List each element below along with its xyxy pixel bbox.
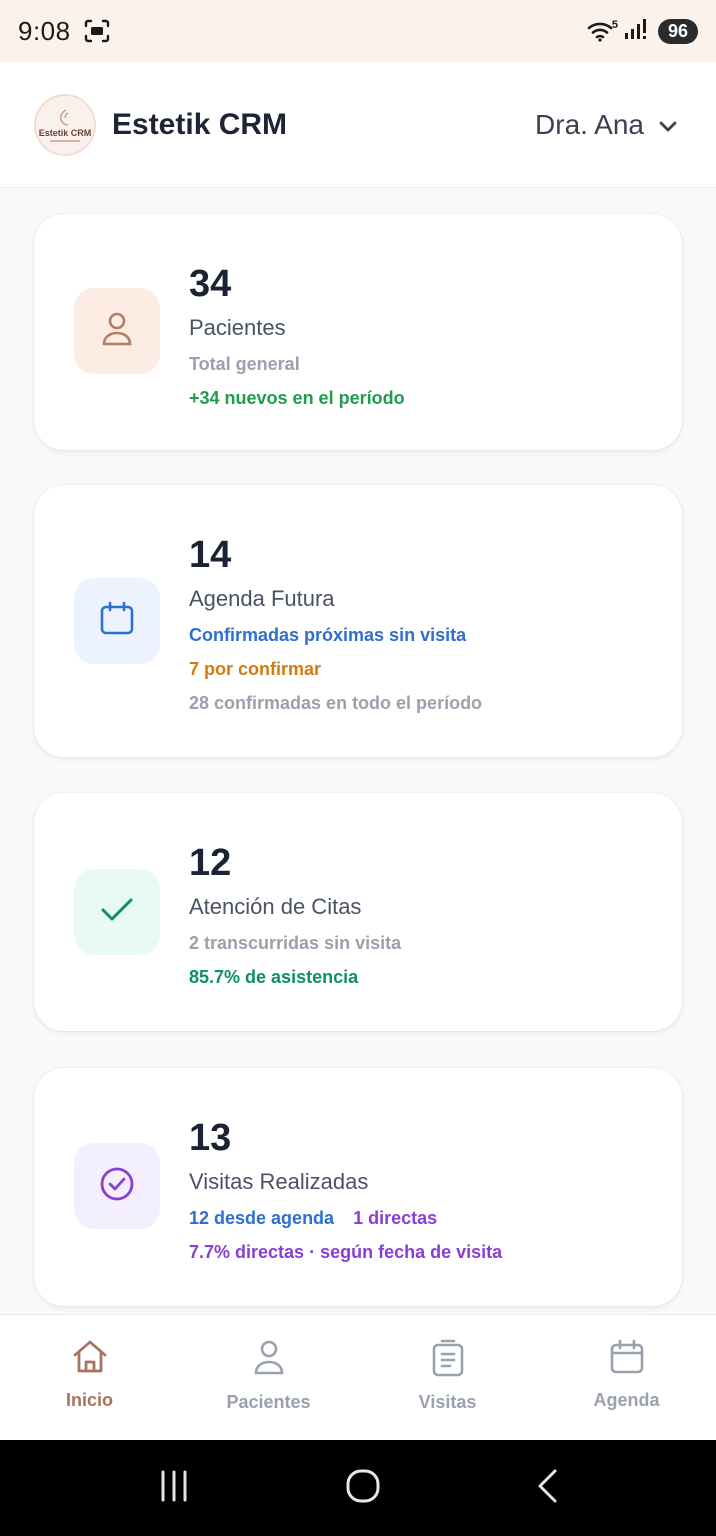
- wifi-icon: 5: [586, 19, 618, 43]
- card-label: Atención de Citas: [189, 894, 362, 919]
- nav-item-inicio[interactable]: Inicio: [0, 1315, 179, 1440]
- user-name: Dra. Ana: [535, 108, 644, 140]
- card-number: 14: [189, 534, 232, 576]
- card-detail: 2 transcurridas sin visita: [189, 933, 402, 953]
- calendar-icon: [609, 1339, 645, 1380]
- status-time: 9:08: [18, 15, 71, 46]
- card-body: 12 Atención de Citas 2 transcurridas sin…: [189, 841, 662, 989]
- card-label: Pacientes: [189, 315, 286, 340]
- user-icon: [100, 310, 134, 353]
- card-detail: 1 directas: [353, 1208, 438, 1228]
- system-nav-bar: [0, 1440, 716, 1536]
- card-number: 13: [189, 1117, 232, 1159]
- card-icon-box: [74, 869, 160, 955]
- card-detail: Confirmadas próximas sin visita: [189, 625, 467, 645]
- clipboard-icon: [431, 1339, 465, 1382]
- nav-label: Pacientes: [226, 1392, 311, 1412]
- card-detail: 7.7% directas · según fecha de visita: [189, 1242, 503, 1262]
- card-icon-box: [74, 578, 160, 664]
- card-detail: 28 confirmadas en todo el período: [189, 693, 483, 713]
- check-icon: [100, 896, 134, 929]
- network-superscript: 5: [611, 19, 618, 31]
- card-detail: 12 desde agenda: [189, 1208, 335, 1228]
- card-visitas-realizadas[interactable]: 13 Visitas Realizadas 12 desde agenda 1 …: [34, 1068, 682, 1306]
- app-logo[interactable]: Estetik CRM: [34, 93, 96, 156]
- card-body: 13 Visitas Realizadas 12 desde agenda 1 …: [189, 1116, 662, 1264]
- card-body: 34 Pacientes Total general +34 nuevos en…: [189, 262, 662, 410]
- app-header: Estetik CRM Estetik CRM Dra. Ana: [0, 62, 716, 188]
- card-atencion-citas[interactable]: 12 Atención de Citas 2 transcurridas sin…: [34, 793, 682, 1031]
- card-icon-box: [74, 1143, 160, 1229]
- recent-apps-icon[interactable]: [157, 1469, 191, 1508]
- card-detail: Total general: [189, 354, 300, 374]
- card-agenda-futura[interactable]: 14 Agenda Futura Confirmadas próximas si…: [34, 485, 682, 757]
- card-icon-box: [74, 288, 160, 374]
- nav-item-agenda[interactable]: Agenda: [537, 1315, 716, 1440]
- nav-label: Inicio: [65, 1390, 113, 1410]
- dashboard-content: 34 Pacientes Total general +34 nuevos en…: [0, 189, 716, 1314]
- card-pacientes[interactable]: 34 Pacientes Total general +34 nuevos en…: [34, 214, 682, 450]
- back-icon[interactable]: [535, 1468, 559, 1509]
- calendar-icon: [99, 601, 135, 642]
- card-detail: +34 nuevos en el período: [189, 388, 405, 408]
- screenshot-icon: [83, 18, 111, 44]
- card-detail-row: 12 desde agenda 1 directas: [189, 1206, 662, 1230]
- card-number: 12: [189, 842, 232, 884]
- user-menu[interactable]: Dra. Ana: [535, 109, 678, 141]
- card-label: Visitas Realizadas: [189, 1169, 369, 1194]
- battery-indicator: 96: [657, 18, 698, 44]
- signal-icon: [624, 18, 648, 45]
- nav-label: Agenda: [593, 1390, 660, 1410]
- logo-text: Estetik CRM: [38, 127, 92, 138]
- status-right: 5 96: [586, 18, 698, 45]
- bottom-nav: Inicio Pacientes Visitas Agenda: [0, 1314, 716, 1440]
- app-title: Estetik CRM: [112, 107, 288, 141]
- card-detail: 7 por confirmar: [189, 659, 322, 679]
- nav-item-visitas[interactable]: Visitas: [358, 1315, 537, 1440]
- status-bar: 9:08 5 96: [0, 0, 716, 62]
- card-body: 14 Agenda Futura Confirmadas próximas si…: [189, 533, 662, 715]
- nav-item-pacientes[interactable]: Pacientes: [179, 1315, 358, 1440]
- logo-underline: [50, 139, 80, 142]
- chevron-down-icon: [658, 109, 678, 141]
- card-detail: 85.7% de asistencia: [189, 967, 359, 987]
- home-icon: [71, 1339, 109, 1380]
- user-icon: [252, 1339, 286, 1382]
- check-circle-icon: [98, 1165, 136, 1208]
- card-number: 34: [189, 263, 232, 305]
- card-label: Agenda Futura: [189, 586, 335, 611]
- home-button-icon[interactable]: [345, 1468, 381, 1509]
- nav-label: Visitas: [418, 1392, 477, 1412]
